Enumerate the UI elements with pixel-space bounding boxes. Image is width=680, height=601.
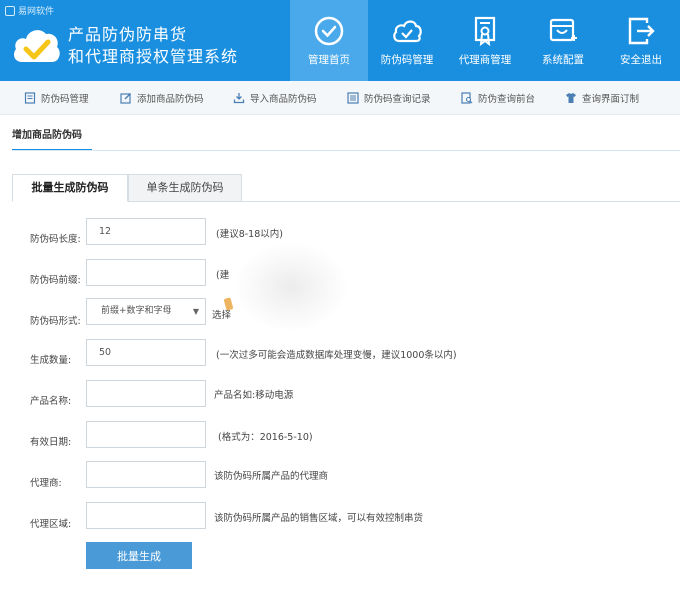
nav-logout[interactable]: 安全退出 [602,0,680,81]
nav-home-label: 管理首页 [308,53,350,66]
tab-single-generate[interactable]: 单条生成防伪码 [128,174,242,202]
nav-agents-label: 代理商管理 [458,53,512,66]
nav-home[interactable]: 管理首页 [290,0,368,81]
document-icon [24,91,36,104]
shirt-icon [566,92,576,103]
section-divider [12,150,680,151]
subnav-add-code[interactable]: 添加商品防伪码 [120,91,204,105]
valid-date-input[interactable] [86,421,206,448]
section-title: 增加商品防伪码 [12,126,92,151]
prefix-hint: (建 [216,270,230,281]
nav-config-label: 系统配置 [542,53,584,66]
import-icon [233,92,245,103]
subnav-code-manage[interactable]: 防伪码管理 [24,91,89,105]
top-nav: 管理首页 防伪码管理 代理商管理 系统配置 安全退出 [290,0,680,81]
list-icon [347,91,359,104]
product-name-hint: 产品名如:移动电源 [214,390,294,401]
agent-region-input[interactable] [86,502,206,529]
brand-tag: 易网软件 [5,4,54,17]
code-length-hint: (建议8-18以内) [216,229,283,240]
format-select[interactable]: 前缀+数字和字母 ▼ [86,298,206,325]
subnav-custom-ui[interactable]: 查询界面订制 [565,91,639,105]
subnav-query-log-label: 防伪码查询记录 [364,93,431,105]
product-name-label: 产品名称: [30,396,72,407]
agent-region-label: 代理区域: [30,519,72,530]
code-length-input[interactable]: 12 [86,218,206,245]
format-select-value: 前缀+数字和字母 [101,306,172,316]
agent-input[interactable] [86,461,206,488]
brand-tag-text: 易网软件 [18,7,55,17]
nav-logout-label: 安全退出 [620,53,662,66]
dropdown-arrow-icon: ▼ [192,307,199,316]
prefix-label: 防伪码前缀: [30,275,81,286]
form-tabs: 批量生成防伪码 单条生成防伪码 [12,174,680,202]
cloud-check-icon [393,19,422,42]
app-title: 产品防伪防串货 和代理商授权管理系统 [68,24,238,68]
format-label: 防伪码形式: [30,316,81,327]
prefix-input[interactable] [86,259,206,286]
config-icon [549,18,577,41]
subnav-query-front[interactable]: 防伪查询前台 [461,91,535,105]
subnav-code-manage-label: 防伪码管理 [41,93,89,105]
certificate-icon [474,16,496,46]
check-circle-icon [314,16,344,45]
quantity-input[interactable]: 50 [86,339,206,366]
nav-anticounterfeit[interactable]: 防伪码管理 [368,0,446,81]
batch-generate-button[interactable]: 批量生成 [86,542,192,569]
agent-region-hint: 该防伪码所属产品的销售区域，可以有效控制串货 [214,513,424,524]
app-header: 易网软件 产品防伪防串货 和代理商授权管理系统 管理首页 防伪码管理 代理商管理… [0,0,680,81]
subnav-import-code-label: 导入商品防伪码 [250,93,317,105]
sub-nav: 防伪码管理 添加商品防伪码 导入商品防伪码 防伪码查询记录 防伪查询前台 查询界… [0,81,680,115]
tab-batch-generate[interactable]: 批量生成防伪码 [12,174,128,202]
nav-anticounterfeit-label: 防伪码管理 [380,53,434,66]
nav-config[interactable]: 系统配置 [524,0,602,81]
valid-date-label: 有效日期: [30,437,72,448]
app-title-line2: 和代理商授权管理系统 [68,47,239,66]
logout-icon [628,17,655,44]
code-length-label: 防伪码长度: [30,234,81,245]
subnav-query-log[interactable]: 防伪码查询记录 [347,91,431,105]
app-title-line1: 产品防伪防串货 [68,25,188,44]
product-name-input[interactable] [86,380,206,407]
valid-date-hint: (格式为：2016-5-10) [218,432,313,443]
brand-mini-icon [5,5,15,16]
quantity-label: 生成数量: [30,355,72,366]
edit-icon [120,92,131,104]
nav-agents[interactable]: 代理商管理 [446,0,524,81]
subnav-query-front-label: 防伪查询前台 [478,93,536,105]
search-doc-icon [461,91,473,104]
subnav-add-code-label: 添加商品防伪码 [137,93,204,105]
blur-overlay [236,244,346,330]
quantity-hint: (一次过多可能会造成数据库处理变慢，建议1000条以内) [216,350,457,361]
agent-label: 代理商: [30,478,62,489]
agent-hint: 该防伪码所属产品的代理商 [214,471,329,482]
cloud-check-logo-icon [14,30,60,62]
subnav-custom-ui-label: 查询界面订制 [582,93,640,105]
subnav-import-code[interactable]: 导入商品防伪码 [233,91,317,105]
